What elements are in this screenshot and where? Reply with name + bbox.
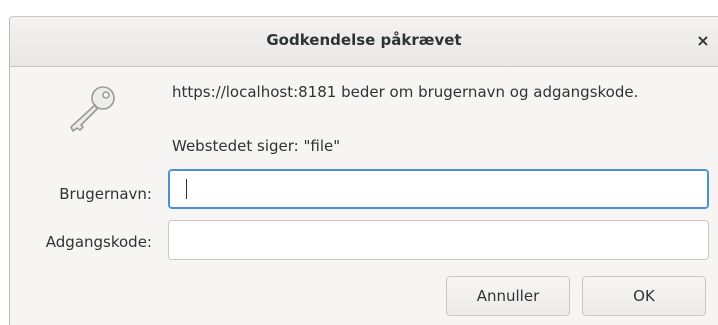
cancel-button[interactable]: Annuller (446, 276, 570, 316)
username-input[interactable] (168, 169, 709, 209)
ok-button[interactable]: OK (582, 276, 706, 316)
username-label: Brugernavn: (59, 185, 152, 203)
dialog-titlebar: Godkendelse påkrævet × (10, 17, 718, 67)
close-button[interactable]: × (694, 30, 712, 52)
dialog-title: Godkendelse påkrævet (266, 31, 462, 49)
realm-message: Webstedet siger: "file" (172, 137, 341, 155)
password-input[interactable] (168, 220, 709, 260)
auth-dialog: Godkendelse påkrævet × https://localhost… (9, 16, 718, 325)
text-caret (186, 179, 187, 199)
auth-message: https://localhost:8181 beder om brugerna… (172, 83, 639, 101)
key-icon (70, 86, 115, 132)
password-label: Adgangskode: (45, 233, 152, 251)
